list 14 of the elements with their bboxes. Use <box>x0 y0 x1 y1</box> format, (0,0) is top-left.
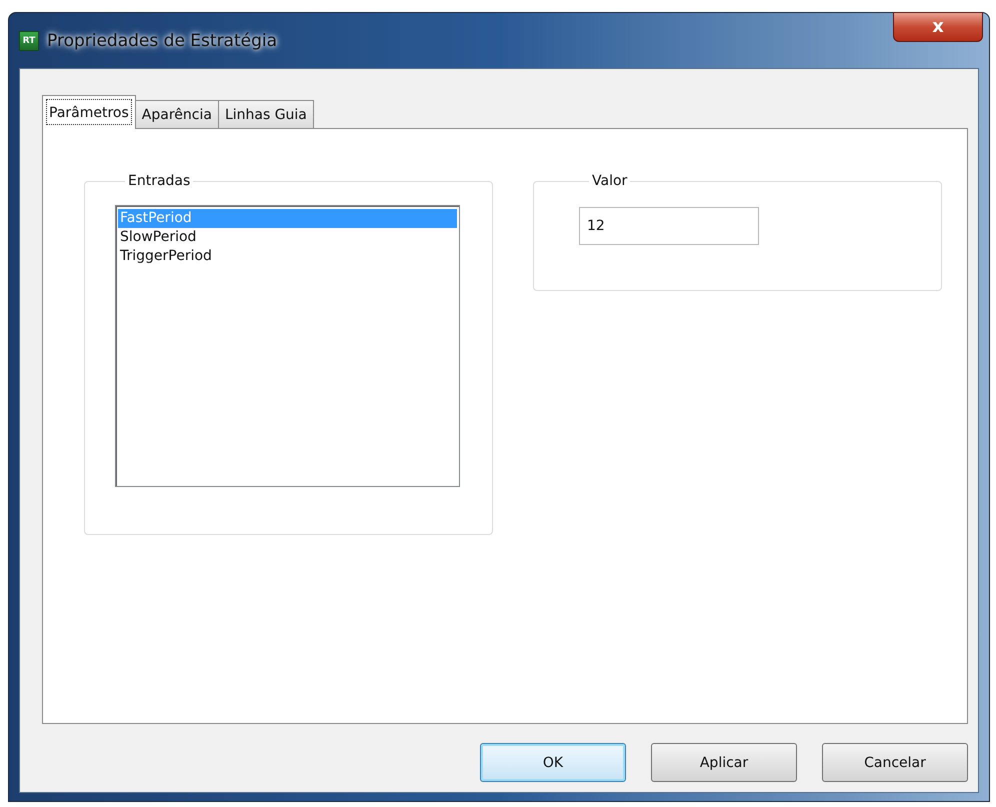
list-item[interactable]: TriggerPeriod <box>118 247 457 266</box>
tab[interactable]: Linhas Guia <box>218 100 314 128</box>
tab[interactable]: Aparência <box>134 100 219 128</box>
value-field[interactable]: 12 <box>579 207 759 245</box>
group-title: Entradas <box>127 173 192 189</box>
dialog-button[interactable]: Aplicar <box>651 743 797 782</box>
tab[interactable]: Parâmetros <box>42 95 136 129</box>
app-icon: RT <box>19 30 39 50</box>
dialog-button[interactable]: Cancelar <box>822 743 968 782</box>
close-button[interactable]: x <box>893 12 983 42</box>
window-title: Propriedades de Estratégia <box>47 30 278 50</box>
group-title: Valor <box>591 173 628 189</box>
dialog-button[interactable]: OK <box>480 743 626 782</box>
list-item[interactable]: SlowPeriod <box>118 228 457 247</box>
